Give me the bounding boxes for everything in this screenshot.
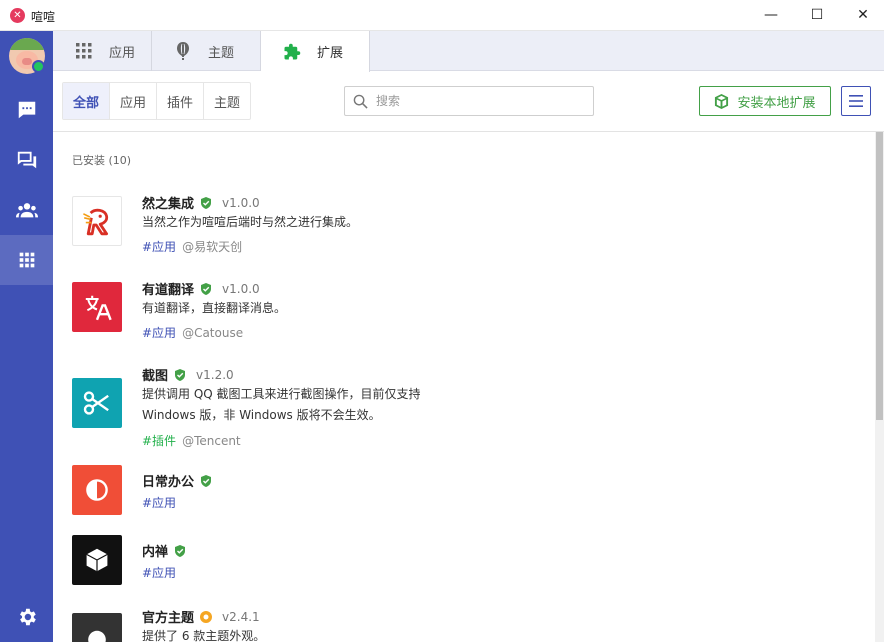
search-input[interactable] (376, 94, 576, 108)
tab-themes[interactable]: 主题 (152, 31, 261, 71)
verified-icon (200, 474, 212, 487)
extension-author: @Tencent (182, 434, 241, 448)
extension-type-tag[interactable]: #应用 (142, 240, 176, 254)
avatar-hat (9, 38, 45, 50)
tab-label: 扩展 (317, 46, 344, 61)
grid-icon (76, 43, 92, 59)
maximize-button[interactable]: ☐ (794, 0, 840, 31)
extension-version: v1.0.0 (222, 281, 260, 296)
extension-tags: #应用 @易软天创 (142, 238, 242, 255)
apps-grid-icon (19, 252, 34, 268)
tab-extensions[interactable]: 扩展 (261, 31, 370, 72)
description-line: 提供调用 QQ 截图工具来进行截图操作，目前仅支持 (142, 387, 421, 401)
sidebar-item-settings[interactable] (0, 592, 53, 642)
extension-description: 提供了 6 款主题外观。 (142, 629, 266, 642)
extension-author: @Catouse (182, 326, 244, 340)
sidebar-item-conversations[interactable] (0, 135, 53, 185)
more-menu-button[interactable] (841, 86, 871, 116)
close-button[interactable]: ✕ (840, 0, 884, 31)
extension-name: 然之集成 (142, 197, 195, 212)
filter-plugins[interactable]: 插件 (157, 83, 205, 119)
extension-name: 内禅 (142, 545, 169, 560)
verified-icon (200, 282, 212, 295)
extension-title-row: 日常办公 (142, 471, 212, 490)
balloon-icon (177, 42, 189, 60)
verified-icon (200, 196, 212, 209)
extension-tags: #应用 (142, 564, 176, 581)
neichan-cube-icon (72, 535, 122, 585)
extension-type-tag[interactable]: #插件 (142, 434, 176, 448)
extension-name: 有道翻译 (142, 283, 195, 298)
extension-description: 当然之作为喧喧后端时与然之进行集成。 (142, 215, 359, 229)
verified-icon (174, 544, 186, 557)
conversations-icon (17, 151, 36, 169)
avatar-nose (22, 58, 32, 65)
official-theme-icon (72, 613, 122, 642)
extension-title-row: 内禅 (142, 541, 186, 560)
extension-description: 有道翻译，直接翻译消息。 (142, 301, 287, 315)
online-status-badge (32, 60, 45, 73)
extension-name: 日常办公 (142, 475, 195, 490)
extension-description: 提供调用 QQ 截图工具来进行截图操作，目前仅支持 Windows 版，非 Wi… (142, 384, 462, 426)
puzzle-icon (284, 43, 301, 59)
extension-title-row: 截图 v1.2.0 (142, 365, 234, 385)
category-filter: 全部 应用 插件 主题 (62, 82, 252, 120)
verified-icon (174, 368, 186, 381)
extension-version: v1.2.0 (196, 367, 234, 382)
top-tabs: 应用 主题 扩展 (53, 31, 884, 72)
sidebar-item-contacts[interactable] (0, 185, 53, 235)
extension-tags: #应用 @Catouse (142, 324, 243, 341)
filter-all[interactable]: 全部 (63, 83, 111, 119)
extension-type-tag[interactable]: #应用 (142, 566, 176, 580)
extension-type-tag[interactable]: #应用 (142, 326, 176, 340)
menu-icon (849, 95, 863, 107)
contacts-icon (15, 203, 38, 218)
sidebar-item-chat[interactable] (0, 85, 53, 135)
extension-type-tag[interactable]: #应用 (142, 496, 176, 510)
extension-tags: #应用 (142, 494, 176, 511)
section-title: 已安装 (10) (72, 154, 132, 167)
chat-icon (18, 101, 35, 119)
list-scrollbar[interactable] (875, 132, 884, 642)
description-line: Windows 版，非 Windows 版将不会生效。 (142, 408, 381, 422)
extension-name: 官方主题 (142, 611, 195, 626)
extension-version: v1.0.0 (222, 195, 260, 210)
extension-list: 已安装 (10) 然之集成 v1.0.0 当然之作为喧喧后端时与然之进行集成。 … (53, 132, 875, 642)
settings-gear-icon (19, 608, 36, 626)
xuanxuan-logo-icon: ✕ (10, 8, 25, 23)
search-icon (353, 94, 368, 109)
extension-version: v2.4.1 (222, 609, 260, 624)
install-button-label: 安装本地扩展 (737, 95, 816, 111)
filter-apps[interactable]: 应用 (110, 83, 158, 119)
scrollbar-thumb[interactable] (876, 132, 883, 420)
extension-title-row: 然之集成 v1.0.0 (142, 193, 260, 213)
youdao-translate-icon (72, 282, 122, 332)
tab-apps[interactable]: 应用 (53, 31, 152, 71)
official-icon (200, 610, 213, 623)
sidebar (0, 31, 53, 642)
window-title: 喧喧 (31, 10, 56, 24)
filter-themes[interactable]: 主题 (204, 83, 250, 119)
daily-office-icon (72, 465, 122, 515)
extension-author: @易软天创 (182, 240, 243, 254)
extension-title-row: 有道翻译 v1.0.0 (142, 279, 260, 299)
title-bar: ✕ 喧喧 — ☐ ✕ (0, 0, 884, 31)
package-icon (715, 93, 729, 109)
tab-label: 主题 (208, 45, 235, 61)
install-local-extension-button[interactable]: 安装本地扩展 (699, 86, 831, 116)
extension-title-row: 官方主题 v2.4.1 (142, 607, 260, 627)
ranzhi-logo-icon (72, 196, 122, 246)
extension-tags: #插件 @Tencent (142, 432, 241, 449)
minimize-button[interactable]: — (748, 0, 794, 31)
extension-name: 截图 (142, 369, 169, 384)
scissors-icon (72, 378, 122, 428)
sidebar-item-apps[interactable] (0, 235, 53, 285)
tab-label: 应用 (109, 45, 136, 61)
search-box[interactable] (344, 86, 594, 116)
